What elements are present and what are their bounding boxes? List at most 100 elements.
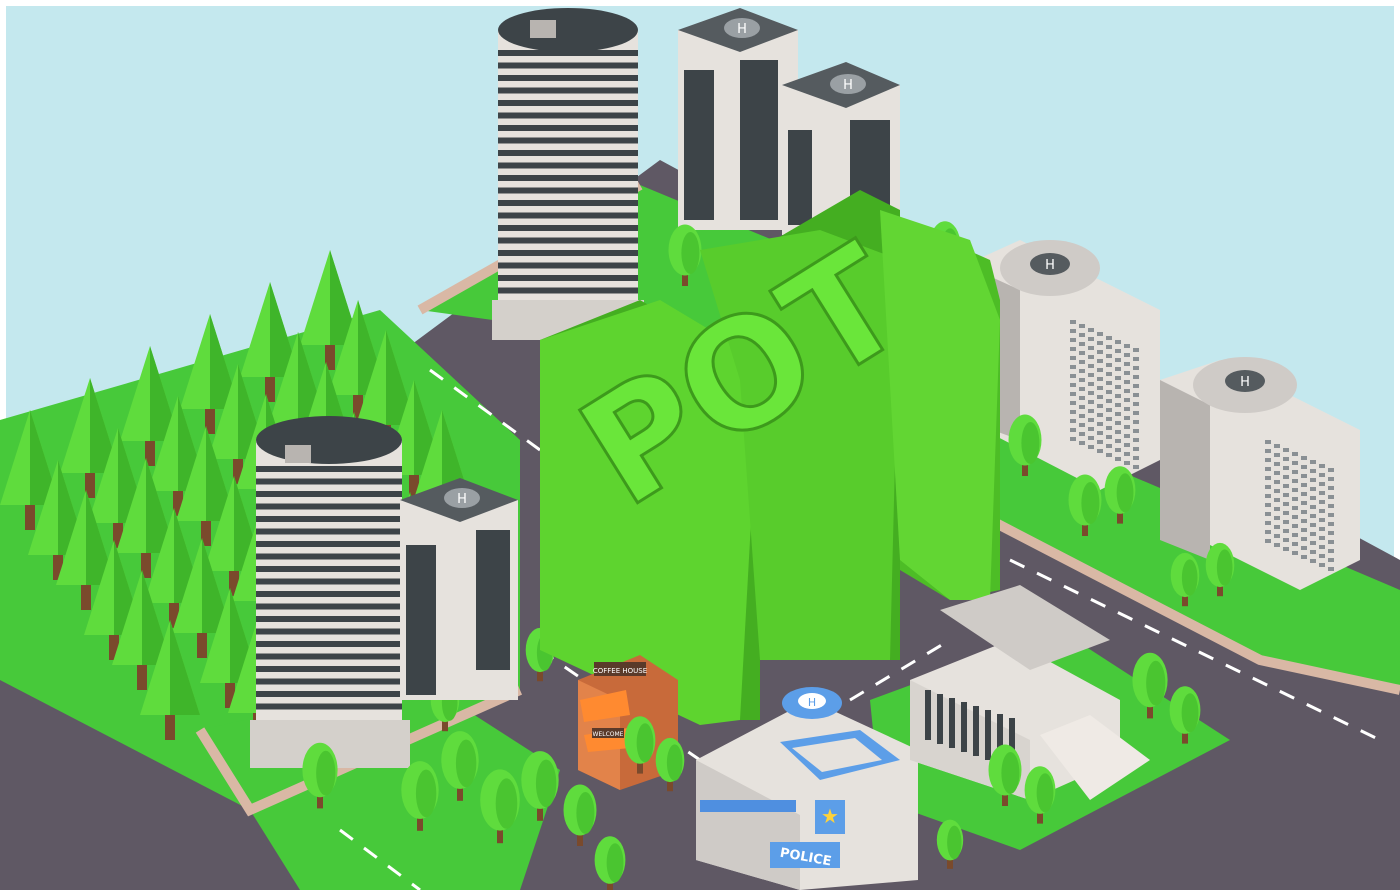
window xyxy=(1079,441,1085,445)
window-stripe xyxy=(256,666,402,672)
window xyxy=(1088,409,1094,413)
window xyxy=(1283,511,1289,515)
window xyxy=(1301,501,1307,505)
window xyxy=(1310,514,1316,518)
window xyxy=(1088,355,1094,359)
window xyxy=(1265,440,1271,444)
window xyxy=(1310,559,1316,563)
window xyxy=(1274,462,1280,466)
window-stripe xyxy=(498,75,638,81)
window xyxy=(1265,467,1271,471)
window xyxy=(1292,488,1298,492)
window xyxy=(1283,502,1289,506)
window xyxy=(1283,448,1289,452)
window xyxy=(1097,440,1103,444)
window xyxy=(1115,457,1121,461)
window-stripe xyxy=(256,578,402,585)
window xyxy=(1106,417,1112,421)
window xyxy=(1301,510,1307,514)
window xyxy=(1124,425,1130,429)
window xyxy=(1283,475,1289,479)
window xyxy=(1106,453,1112,457)
column-gap xyxy=(973,706,979,756)
helipad-mark: H xyxy=(808,696,816,709)
window xyxy=(1097,431,1103,435)
window-stripe xyxy=(256,478,402,485)
window xyxy=(1265,530,1271,534)
window-stripe xyxy=(256,553,402,560)
window-stripe xyxy=(256,628,402,635)
window xyxy=(1079,378,1085,382)
window xyxy=(1319,500,1325,504)
window xyxy=(1133,348,1139,352)
window xyxy=(1274,525,1280,529)
window xyxy=(1274,444,1280,448)
window xyxy=(1097,422,1103,426)
window xyxy=(1292,533,1298,537)
window xyxy=(1070,437,1076,441)
window xyxy=(1328,468,1334,472)
window xyxy=(1070,392,1076,396)
window xyxy=(1319,482,1325,486)
window xyxy=(1070,401,1076,405)
window xyxy=(1097,386,1103,390)
window xyxy=(1265,494,1271,498)
isometric-city-illustration: H H H H POT H COFFEE HOUSE WELCOME H ★ P… xyxy=(0,0,1400,890)
window xyxy=(1097,377,1103,381)
window xyxy=(1274,489,1280,493)
window xyxy=(1301,555,1307,559)
window xyxy=(1124,461,1130,465)
coffee-house-sign: COFFEE HOUSE xyxy=(593,667,647,675)
window xyxy=(1283,520,1289,524)
window xyxy=(1124,398,1130,402)
window xyxy=(1283,493,1289,497)
window xyxy=(1070,329,1076,333)
window xyxy=(1133,366,1139,370)
window xyxy=(1328,558,1334,562)
window xyxy=(1265,539,1271,543)
window xyxy=(1274,516,1280,520)
helipad-mark: H xyxy=(1045,258,1055,273)
window xyxy=(1310,460,1316,464)
window xyxy=(1328,549,1334,553)
window xyxy=(1292,461,1298,465)
window xyxy=(1106,372,1112,376)
window-stripe xyxy=(498,225,638,231)
window xyxy=(1088,427,1094,431)
window xyxy=(1319,491,1325,495)
window xyxy=(1088,391,1094,395)
column-gap xyxy=(961,702,967,752)
window xyxy=(1115,340,1121,344)
window xyxy=(1265,476,1271,480)
window xyxy=(1328,522,1334,526)
window xyxy=(1328,477,1334,481)
window-stripe xyxy=(256,491,402,497)
window-stripe xyxy=(498,125,638,131)
window xyxy=(1088,418,1094,422)
window xyxy=(1115,448,1121,452)
window xyxy=(1133,402,1139,406)
window xyxy=(1079,432,1085,436)
window xyxy=(1106,381,1112,385)
window-stripe xyxy=(498,62,638,69)
window xyxy=(1124,443,1130,447)
window xyxy=(1292,452,1298,456)
window xyxy=(1292,551,1298,555)
window xyxy=(1079,405,1085,409)
column-gap xyxy=(937,694,943,744)
window-stripe xyxy=(256,653,402,660)
striped-tower-west xyxy=(250,416,410,768)
window xyxy=(1310,550,1316,554)
window xyxy=(1133,420,1139,424)
window-stripe xyxy=(498,200,638,206)
window xyxy=(1301,519,1307,523)
window-stripe xyxy=(498,137,638,144)
helipad-mark: H xyxy=(843,78,853,93)
window xyxy=(1070,356,1076,360)
window xyxy=(1097,395,1103,399)
window xyxy=(1292,542,1298,546)
window xyxy=(1070,428,1076,432)
welcome-sign: WELCOME xyxy=(593,731,624,738)
window-stripe xyxy=(498,287,638,294)
window xyxy=(1283,484,1289,488)
